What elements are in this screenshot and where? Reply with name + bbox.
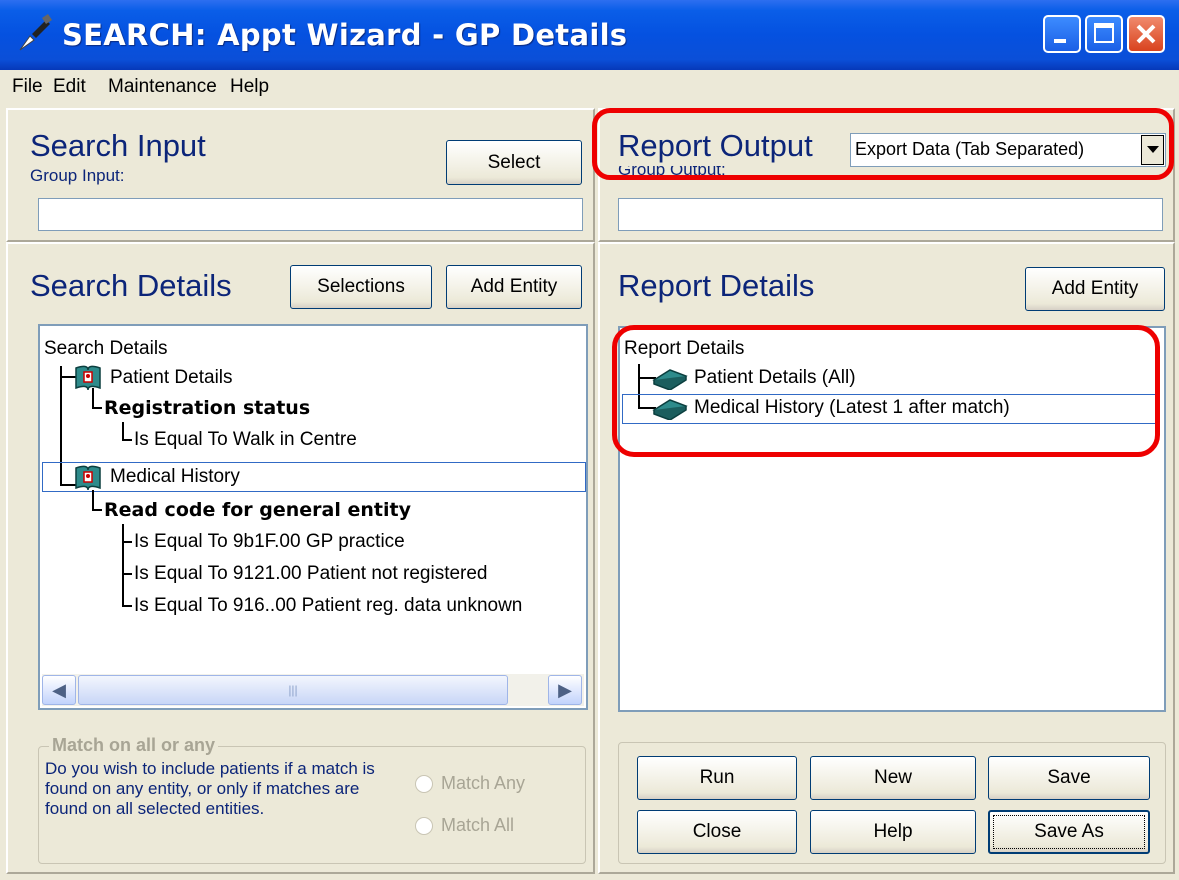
tree-connector	[92, 509, 102, 511]
report-add-entity-button[interactable]: Add Entity	[1025, 267, 1165, 311]
menu-edit[interactable]: Edit	[53, 76, 86, 98]
tree-connector	[92, 490, 94, 510]
tree-connector	[92, 388, 94, 408]
tree-connector	[122, 573, 132, 575]
chevron-left-icon: ◀	[52, 679, 66, 700]
menu-help[interactable]: Help	[230, 76, 269, 98]
grip-icon: |||	[288, 683, 298, 697]
scroll-thumb[interactable]: |||	[78, 675, 508, 705]
book-icon	[75, 365, 101, 390]
tree-root-label: Search Details	[44, 338, 168, 359]
search-input-panel: Search Input Group Input: Select	[6, 108, 595, 242]
select-button[interactable]: Select	[446, 140, 582, 185]
group-output-field[interactable]	[618, 198, 1163, 231]
save-button[interactable]: Save	[988, 756, 1150, 800]
tree-connector	[122, 524, 124, 606]
tree-item-read-code[interactable]: Read code for general entity	[104, 499, 411, 521]
help-button[interactable]: Help	[810, 810, 976, 854]
scroll-right-button[interactable]: ▶	[548, 675, 582, 705]
tree-connector	[92, 407, 102, 409]
match-all-radio[interactable]	[415, 817, 433, 835]
close-window-button[interactable]	[1127, 15, 1165, 53]
highlight-report-items	[612, 325, 1160, 457]
tree-item-condition-3[interactable]: Is Equal To 916..00 Patient reg. data un…	[134, 595, 522, 617]
tree-item-condition-2[interactable]: Is Equal To 9121.00 Patient not register…	[134, 563, 488, 585]
tree-connector	[122, 605, 132, 607]
run-button[interactable]: Run	[637, 756, 797, 800]
close-icon	[1136, 24, 1156, 44]
app-window: SEARCH: Appt Wizard - GP Details File Ed…	[0, 0, 1179, 880]
match-any-radio[interactable]	[415, 775, 433, 793]
match-description: Do you wish to include patients if a mat…	[45, 759, 375, 818]
new-button[interactable]: New	[810, 756, 976, 800]
menu-maintenance[interactable]: Maintenance	[108, 76, 217, 98]
match-any-label[interactable]: Match Any	[441, 773, 525, 794]
scroll-left-button[interactable]: ◀	[42, 675, 76, 705]
menu-bar: File Edit Maintenance Help	[0, 70, 1179, 104]
window-title: SEARCH: Appt Wizard - GP Details	[62, 18, 628, 52]
minimize-icon	[1054, 39, 1066, 43]
chevron-right-icon: ▶	[558, 679, 572, 700]
match-all-label[interactable]: Match All	[441, 815, 514, 836]
app-icon	[19, 14, 52, 51]
selections-button[interactable]: Selections	[290, 265, 432, 309]
search-details-heading: Search Details	[30, 268, 232, 303]
search-details-tree[interactable]: Search Details Patient Details Registrat…	[38, 324, 588, 710]
match-groupbox: Match on all or any Do you wish to inclu…	[38, 735, 586, 864]
tree-item-condition-1[interactable]: Is Equal To 9b1F.00 GP practice	[134, 531, 405, 553]
book-icon	[75, 465, 101, 490]
tree-item-patient-details[interactable]: Patient Details	[110, 367, 233, 389]
add-entity-button[interactable]: Add Entity	[446, 265, 582, 309]
group-input-label: Group Input:	[30, 166, 125, 185]
tree-item-reg-condition[interactable]: Is Equal To Walk in Centre	[134, 429, 357, 451]
search-details-panel: Search Details Selections Add Entity Sea…	[6, 242, 595, 874]
search-input-heading: Search Input	[30, 128, 206, 163]
title-bar[interactable]: SEARCH: Appt Wizard - GP Details	[0, 0, 1179, 70]
maximize-icon	[1094, 23, 1114, 43]
tree-connector	[122, 439, 132, 441]
horizontal-scrollbar[interactable]: ◀ ||| ▶	[42, 674, 584, 706]
tree-item-medical-history[interactable]: Medical History	[110, 466, 240, 488]
report-details-heading: Report Details	[618, 268, 815, 303]
menu-file[interactable]: File	[12, 76, 43, 98]
tree-connector	[122, 422, 124, 440]
save-as-button[interactable]: Save As	[988, 810, 1150, 854]
tree-connector	[122, 541, 132, 543]
match-legend: Match on all or any	[49, 735, 219, 756]
highlight-report-output	[592, 108, 1174, 180]
maximize-button[interactable]	[1085, 15, 1123, 53]
group-input-field[interactable]	[38, 198, 583, 231]
tree-item-registration-status[interactable]: Registration status	[104, 397, 310, 419]
close-button[interactable]: Close	[637, 810, 797, 854]
minimize-button[interactable]	[1043, 15, 1081, 53]
